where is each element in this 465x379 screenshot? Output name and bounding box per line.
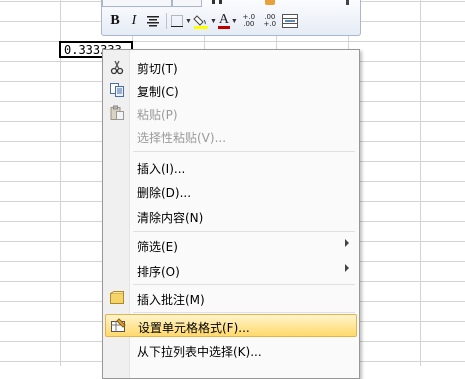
menu-separator bbox=[133, 312, 355, 313]
font-color-swatch bbox=[217, 25, 230, 29]
submenu-arrow-icon bbox=[345, 264, 349, 272]
menu-item-sort[interactable]: 排序(O) bbox=[105, 259, 357, 281]
menu-item-label: 清除内容(N) bbox=[137, 211, 204, 225]
menu-item-delete[interactable]: 删除(D)... bbox=[105, 180, 357, 202]
borders-icon bbox=[171, 15, 183, 27]
mini-toolbar: B I ▼ ▼ A ▼ +.0 .00 .00 +.0 bbox=[101, 0, 361, 36]
menu-item-label: 从下拉列表中选择(K)... bbox=[137, 345, 262, 359]
menu-item-paste-special[interactable]: 选择性粘贴(V)... bbox=[105, 125, 357, 147]
menu-item-insert[interactable]: 插入(I)... bbox=[105, 156, 357, 178]
menu-item-filter[interactable]: 筛选(E) bbox=[105, 234, 357, 256]
center-align-icon bbox=[147, 16, 159, 27]
menu-item-pick-from-list[interactable]: 从下拉列表中选择(K)... bbox=[105, 339, 357, 361]
borders-button[interactable]: ▼ bbox=[170, 11, 192, 31]
menu-item-label: 插入(I)... bbox=[137, 162, 186, 176]
font-color-button[interactable]: A ▼ bbox=[217, 11, 238, 31]
increase-decimal-button[interactable]: +.0 .00 bbox=[239, 11, 259, 31]
menu-item-label: 设置单元格格式(F)... bbox=[138, 321, 250, 335]
menu-item-label: 选择性粘贴(V)... bbox=[137, 131, 227, 145]
menu-item-clear-contents[interactable]: 清除内容(N) bbox=[105, 205, 357, 227]
shrink-font-icon[interactable] bbox=[219, 0, 222, 4]
font-name-box[interactable] bbox=[102, 0, 172, 7]
merge-center-button[interactable] bbox=[281, 11, 299, 31]
menu-item-copy[interactable]: 复制(C) bbox=[105, 79, 357, 101]
menu-item-format-cells[interactable]: 设置单元格格式(F)... bbox=[105, 314, 357, 337]
context-menu: 剪切(T) 复制(C) 粘贴(P) 选择性粘贴(V)... 插入(I)... 删… bbox=[102, 49, 360, 379]
merge-center-icon bbox=[281, 14, 298, 28]
paste-icon bbox=[108, 104, 126, 122]
currency-icon[interactable] bbox=[346, 0, 349, 5]
copy-icon bbox=[108, 81, 126, 99]
chevron-down-icon: ▼ bbox=[185, 17, 192, 25]
chevron-down-icon: ▼ bbox=[209, 17, 217, 25]
menu-item-cut[interactable]: 剪切(T) bbox=[105, 56, 357, 78]
scissors-icon bbox=[108, 58, 126, 76]
menu-item-label: 插入批注(M) bbox=[137, 293, 205, 307]
menu-item-label: 排序(O) bbox=[137, 265, 180, 279]
font-size-box[interactable] bbox=[172, 0, 202, 7]
menu-separator bbox=[133, 284, 355, 285]
italic-button[interactable]: I bbox=[125, 11, 143, 31]
format-painter-icon[interactable] bbox=[265, 0, 275, 5]
mini-toolbar-format-row: B I ▼ ▼ A ▼ +.0 .00 .00 +.0 bbox=[106, 11, 300, 31]
menu-item-insert-comment[interactable]: 插入批注(M) bbox=[105, 287, 357, 309]
fill-bucket-icon bbox=[193, 15, 208, 29]
center-align-button[interactable] bbox=[144, 11, 162, 31]
toolbar-separator bbox=[166, 13, 167, 29]
grow-font-icon[interactable] bbox=[212, 0, 215, 4]
menu-item-label: 粘贴(P) bbox=[137, 108, 178, 122]
menu-item-label: 复制(C) bbox=[137, 85, 179, 99]
mini-toolbar-top-row bbox=[102, 0, 362, 7]
submenu-arrow-icon bbox=[345, 239, 349, 247]
menu-item-paste[interactable]: 粘贴(P) bbox=[105, 102, 357, 124]
menu-item-label: 剪切(T) bbox=[137, 62, 178, 76]
menu-item-label: 删除(D)... bbox=[137, 186, 192, 200]
font-color-letter: A bbox=[218, 11, 229, 27]
menu-item-label: 筛选(E) bbox=[137, 240, 178, 254]
chevron-down-icon: ▼ bbox=[230, 17, 238, 25]
menu-separator bbox=[133, 231, 355, 232]
decrease-decimal-button[interactable]: .00 +.0 bbox=[260, 11, 280, 31]
menu-separator bbox=[133, 151, 355, 152]
bold-button[interactable]: B bbox=[106, 11, 124, 31]
fill-color-button[interactable]: ▼ bbox=[193, 11, 217, 31]
comment-icon bbox=[108, 289, 126, 307]
format-cells-icon bbox=[109, 317, 127, 335]
